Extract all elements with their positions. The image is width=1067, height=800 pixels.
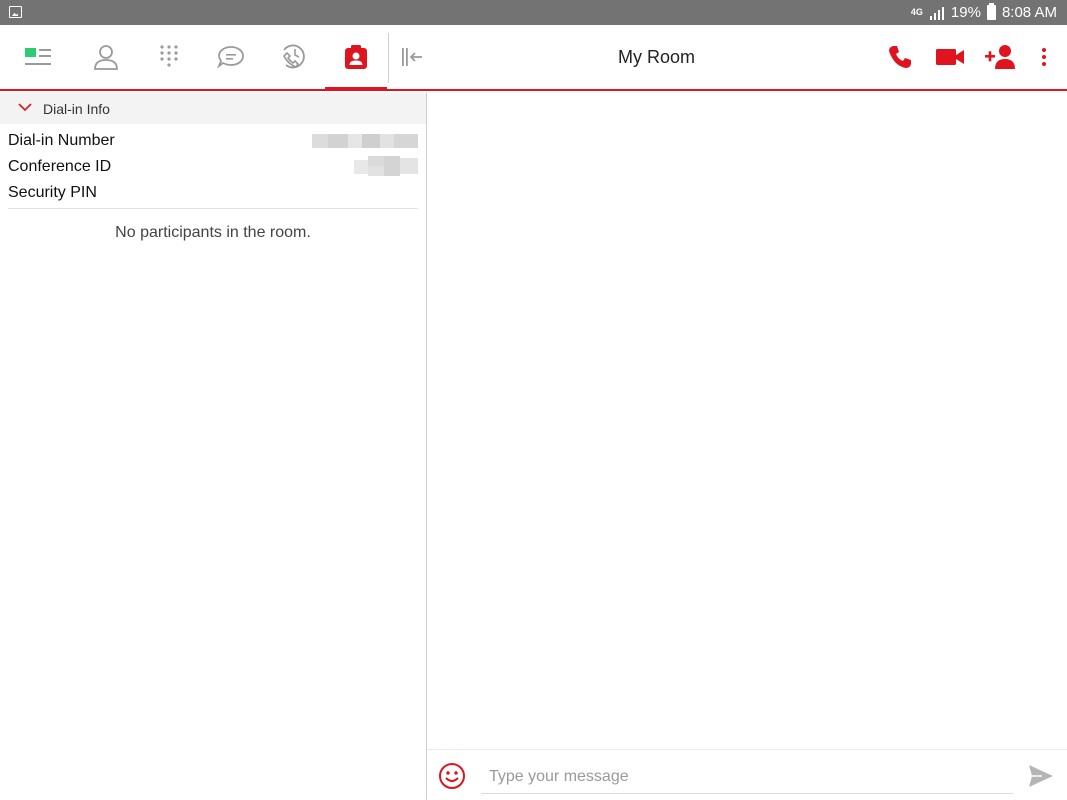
tab-messages[interactable] bbox=[200, 25, 262, 89]
battery-percent: 19% bbox=[950, 4, 981, 21]
collapse-panel-icon bbox=[402, 48, 422, 66]
audio-call-button[interactable] bbox=[882, 39, 918, 75]
tab-call-history[interactable] bbox=[262, 25, 324, 89]
security-pin-row: Security PIN bbox=[8, 180, 418, 206]
message-input[interactable] bbox=[481, 760, 1013, 794]
redacted-value bbox=[354, 156, 418, 176]
tab-dialpad[interactable] bbox=[138, 25, 200, 89]
send-icon[interactable] bbox=[1027, 763, 1055, 789]
signal-icon bbox=[929, 6, 944, 20]
chat-area bbox=[427, 93, 1067, 800]
chat-bubble-icon bbox=[216, 46, 244, 69]
call-history-icon bbox=[283, 44, 305, 69]
gallery-notification-icon bbox=[9, 6, 22, 18]
video-call-button[interactable] bbox=[932, 39, 968, 75]
more-options-button[interactable] bbox=[1026, 39, 1062, 75]
tab-my-room[interactable] bbox=[325, 25, 387, 91]
dial-in-section-label: Dial-in Info bbox=[43, 101, 110, 117]
message-composer bbox=[427, 749, 1067, 800]
page-title: My Room bbox=[617, 47, 695, 67]
security-pin-label: Security PIN bbox=[8, 184, 97, 201]
toolbar-divider bbox=[388, 33, 389, 83]
participants-empty-state: No participants in the room. bbox=[115, 224, 311, 241]
status-bar: 4G 19% 8:08 AM bbox=[0, 0, 1067, 25]
clock: 8:08 AM bbox=[1001, 4, 1057, 21]
tab-dashboard[interactable] bbox=[7, 25, 69, 89]
dialpad-icon bbox=[160, 45, 178, 67]
video-camera-icon bbox=[936, 49, 964, 65]
dial-in-section-header[interactable]: Dial-in Info bbox=[0, 93, 426, 124]
smiley-icon[interactable] bbox=[438, 762, 466, 790]
dial-in-number-row: Dial-in Number bbox=[8, 128, 418, 154]
section-divider bbox=[8, 208, 418, 209]
conference-id-row: Conference ID bbox=[8, 154, 418, 180]
dial-in-number-label: Dial-in Number bbox=[8, 132, 115, 149]
room-contact-icon bbox=[345, 45, 367, 69]
conference-id-label: Conference ID bbox=[8, 158, 112, 175]
person-icon bbox=[94, 45, 118, 70]
more-vertical-icon bbox=[1042, 48, 1046, 66]
dashboard-icon bbox=[25, 48, 51, 65]
chevron-down-icon bbox=[18, 103, 32, 112]
battery-icon bbox=[986, 3, 996, 20]
network-type: 4G bbox=[910, 7, 923, 17]
add-participant-button[interactable] bbox=[982, 39, 1018, 75]
status-bar-right: 4G 19% 8:08 AM bbox=[911, 3, 1057, 22]
phone-icon bbox=[889, 46, 911, 68]
top-toolbar: My Room bbox=[0, 25, 1067, 91]
redacted-value bbox=[312, 134, 418, 148]
tab-contacts[interactable] bbox=[75, 25, 137, 89]
add-person-icon bbox=[985, 45, 1015, 69]
room-info-panel: Dial-in Info Dial-in Number Conference I… bbox=[0, 93, 426, 800]
collapse-panel-button[interactable] bbox=[390, 25, 434, 89]
